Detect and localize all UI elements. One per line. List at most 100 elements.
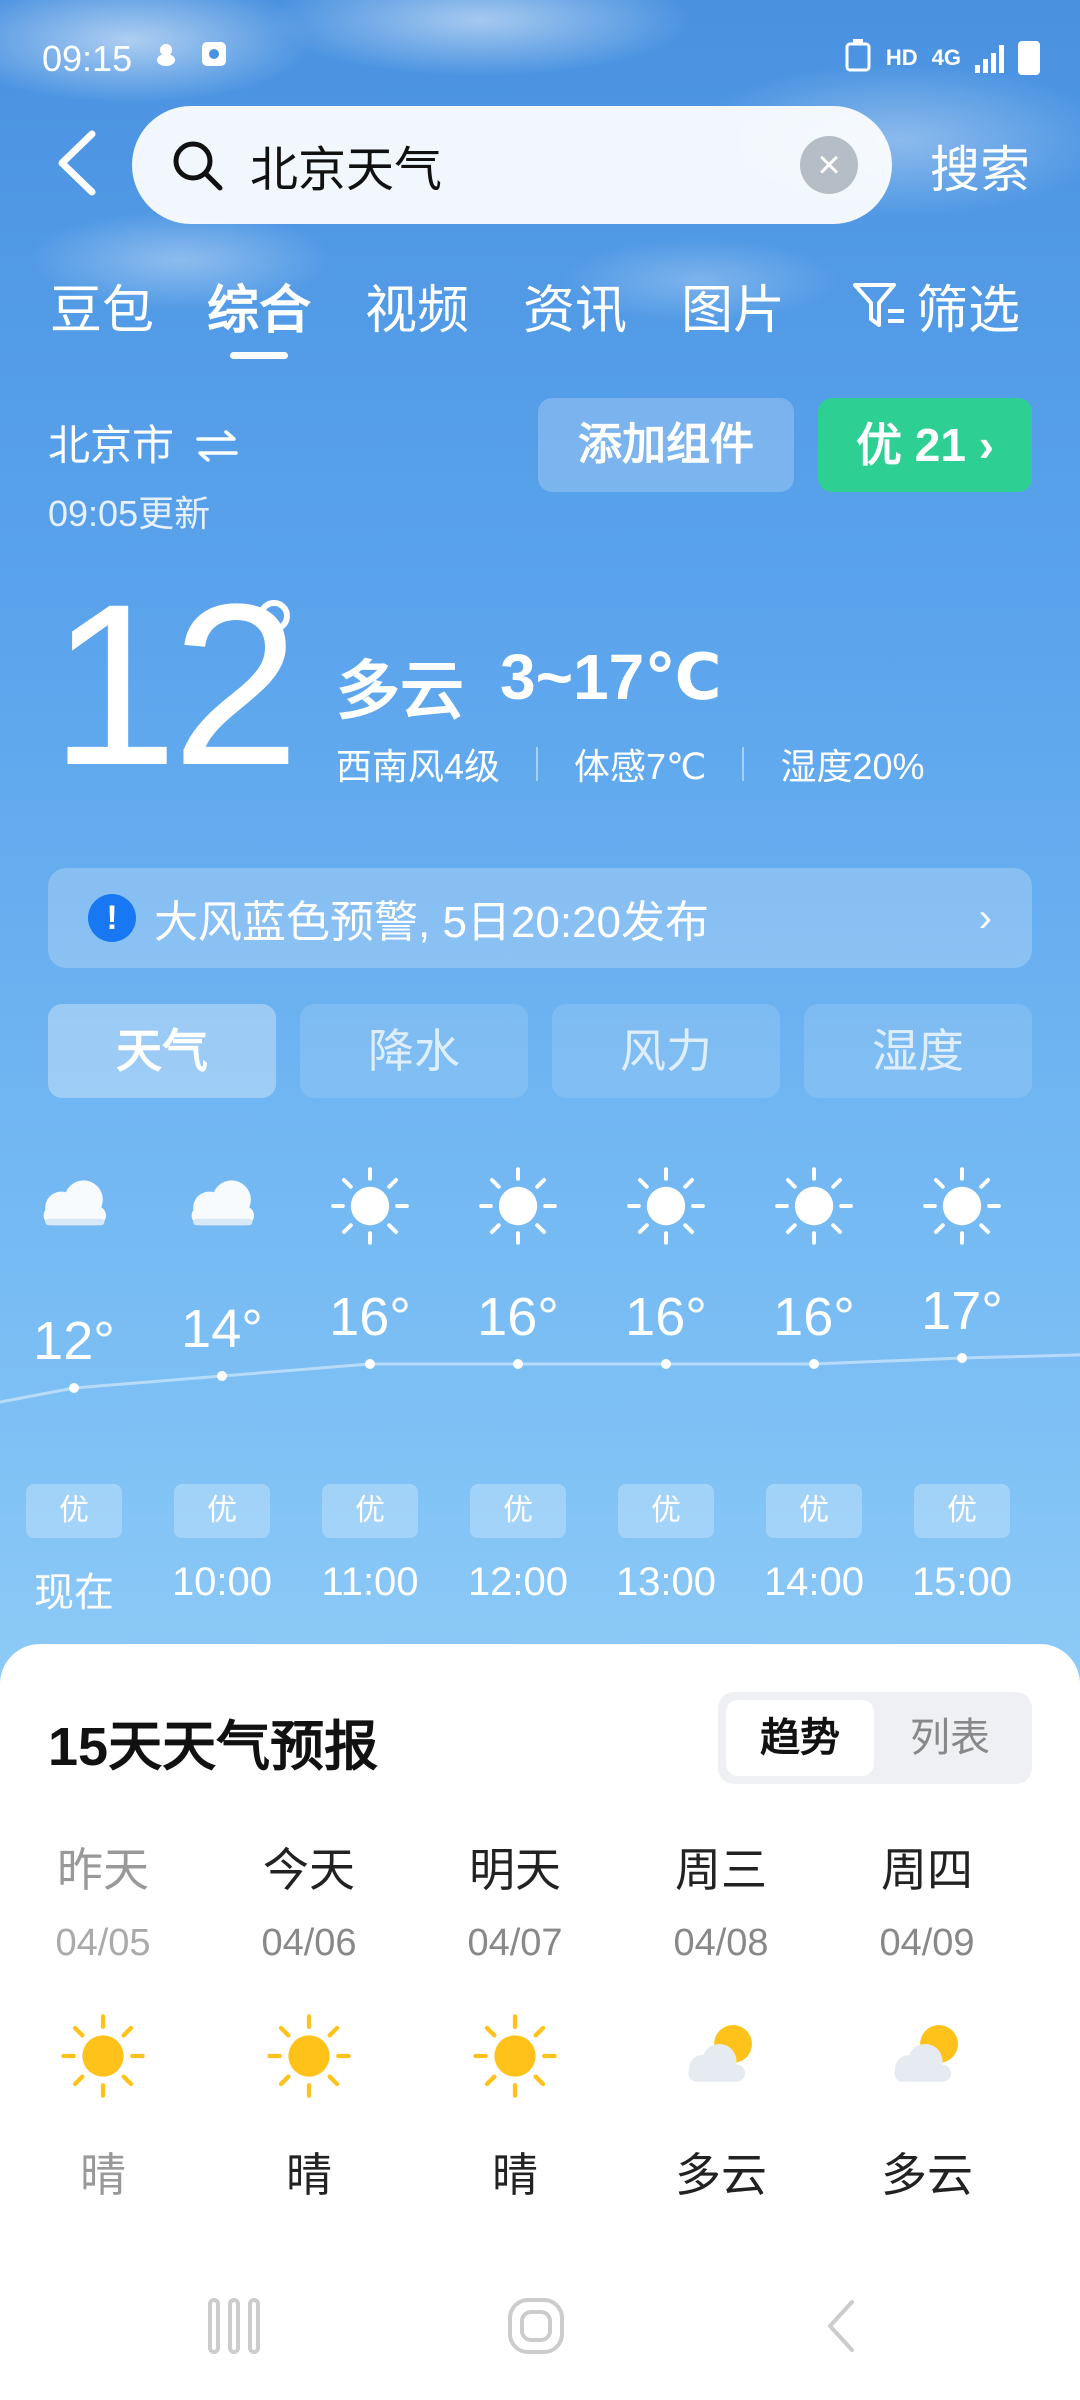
hour-temp: 14° [181, 1299, 263, 1359]
day-condition: 多云 [675, 2149, 767, 2201]
tab-all[interactable]: 综合 [207, 268, 311, 343]
hour-time: 10:00 [171, 1560, 273, 1604]
hourly-forecast[interactable]: 12° 优现在 14° 优 10:00 16° 优 11:00 16° 优 12:00 16° 优 13:… [0, 1140, 1080, 1620]
view-toggle: 趋势 列表 [718, 1692, 1032, 1784]
clear-icon[interactable]: × [800, 136, 858, 194]
hour-temp: 16° [329, 1287, 411, 1347]
status-bar: 09:15 HD 4G [0, 0, 1080, 120]
home-icon[interactable] [506, 2296, 566, 2356]
day-name: 今天 [263, 1844, 355, 1896]
partly-cloudy-icon [678, 2013, 764, 2099]
temperature-range: 3~17℃ [500, 641, 722, 713]
city-name: 北京市 [48, 422, 175, 469]
temp-point [809, 1359, 819, 1369]
tab-video[interactable]: 视频 [365, 268, 469, 343]
tab-filter[interactable]: 筛选 [852, 268, 1020, 343]
recent-apps-icon[interactable] [204, 2296, 264, 2356]
search-tabs: 豆包 综合 视频 资讯 图片 筛选 [0, 268, 1080, 359]
search-icon [170, 138, 224, 192]
day-condition: 晴 [80, 2149, 126, 2201]
degree-symbol [258, 600, 290, 632]
hd-indicator: HD [885, 45, 918, 70]
tab-doubao[interactable]: 豆包 [50, 268, 154, 343]
tab-images[interactable]: 图片 [681, 268, 785, 343]
wind-info: 西南风4级 [336, 746, 501, 787]
temp-point [513, 1359, 523, 1369]
forecast-title: 15天天气预报 [48, 1717, 379, 1777]
hour-time: 11:00 [321, 1560, 419, 1604]
forecast-day[interactable]: 明天 04/07 晴 [412, 1834, 618, 2205]
partly-cloudy-icon [884, 2013, 970, 2099]
weather-alert[interactable]: ! 大风蓝色预警, 5日20:20发布 › [48, 868, 1032, 968]
network-type: 4G [931, 45, 961, 70]
battery-icon [1018, 41, 1040, 75]
hour-temp: 16° [773, 1287, 855, 1347]
status-time: 09:15 [42, 38, 133, 79]
tab-filter-label: 筛选 [916, 282, 1021, 340]
day-condition: 晴 [286, 2149, 332, 2201]
temp-point [957, 1353, 967, 1363]
hour-time: 15:00 [911, 1560, 1013, 1604]
sun-icon [626, 1166, 706, 1246]
day-condition: 晴 [492, 2149, 538, 2201]
sun-icon [266, 2013, 352, 2099]
search-submit-button[interactable]: 搜索 [930, 130, 1030, 202]
current-temperature: 12 [50, 556, 300, 813]
day-date: 04/05 [55, 1922, 151, 1964]
divider [536, 747, 539, 781]
temp-point [69, 1383, 79, 1393]
hour-time: 12:00 [467, 1560, 569, 1604]
sun-icon [330, 1166, 410, 1246]
tab-humidity[interactable]: 湿度 [804, 1004, 1032, 1098]
hour-aqi: 优 [766, 1484, 862, 1538]
sun-icon [922, 1166, 1002, 1246]
app-notification-icon [152, 40, 180, 75]
hour-temp: 16° [477, 1287, 559, 1347]
forecast-day[interactable]: 今天 04/06 晴 [206, 1834, 412, 2205]
forecast-day[interactable]: 周三 04/08 多云 [618, 1834, 824, 2205]
day-name: 周三 [675, 1844, 767, 1896]
hour-time: 14:00 [763, 1560, 865, 1604]
temp-point [661, 1359, 671, 1369]
day-name: 昨天 [57, 1844, 149, 1896]
hour-aqi: 优 [618, 1484, 714, 1538]
day-date: 04/08 [673, 1922, 769, 1964]
tab-weather[interactable]: 天气 [48, 1004, 276, 1098]
aqi-badge[interactable]: 优 21 › [818, 398, 1032, 492]
navigation-bar [0, 2270, 1080, 2400]
recycle-icon [844, 38, 872, 78]
day-date: 04/06 [261, 1922, 357, 1964]
hour-aqi: 优 [26, 1484, 122, 1538]
humidity-info: 湿度20% [780, 746, 925, 787]
back-nav-icon[interactable] [812, 2296, 872, 2356]
hour-aqi: 优 [174, 1484, 270, 1538]
update-time: 09:05更新 [48, 493, 211, 534]
tab-news[interactable]: 资讯 [523, 268, 627, 343]
status-right: HD 4G [844, 38, 1040, 78]
hour-temp: 16° [625, 1287, 707, 1347]
temp-point [365, 1359, 375, 1369]
day-name: 周四 [881, 1844, 973, 1896]
forecast-day[interactable]: 昨天 04/05 晴 [0, 1834, 206, 2205]
cloud-icon [34, 1166, 114, 1246]
day-date: 04/09 [879, 1922, 975, 1964]
signal-icon [975, 43, 1004, 73]
toggle-trend[interactable]: 趋势 [726, 1700, 874, 1776]
search-box[interactable]: 北京天气 × [132, 106, 892, 224]
back-button[interactable] [48, 128, 108, 198]
hour-aqi: 优 [470, 1484, 566, 1538]
sun-icon [60, 2013, 146, 2099]
tab-precipitation[interactable]: 降水 [300, 1004, 528, 1098]
toggle-list[interactable]: 列表 [876, 1700, 1024, 1776]
hour-temp: 12° [33, 1311, 115, 1371]
app-notification-icon-2 [200, 40, 228, 75]
alert-icon: ! [88, 894, 136, 942]
tab-wind[interactable]: 风力 [552, 1004, 780, 1098]
search-input[interactable]: 北京天气 [250, 130, 800, 200]
hour-time: 现在 [34, 1571, 114, 1615]
add-widget-button[interactable]: 添加组件 [538, 398, 794, 492]
day-date: 04/07 [467, 1922, 563, 1964]
hour-aqi: 优 [914, 1484, 1010, 1538]
city-selector[interactable]: 北京市 [48, 412, 240, 473]
forecast-day[interactable]: 周四 04/09 多云 [824, 1834, 1030, 2205]
